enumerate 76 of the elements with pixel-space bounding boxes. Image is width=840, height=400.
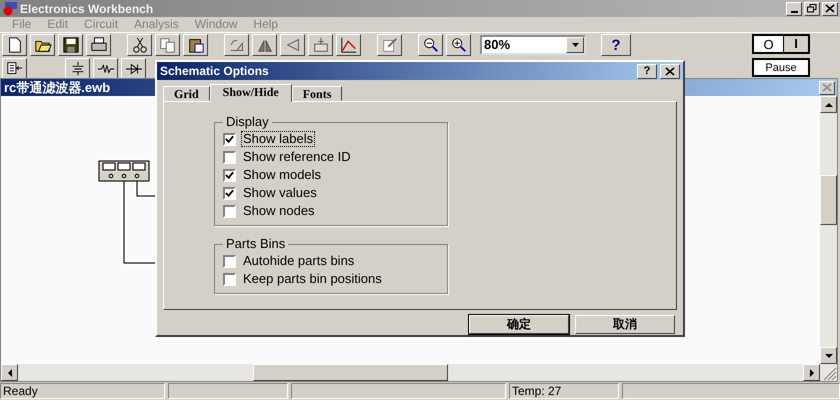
sources-bin-button[interactable] <box>65 58 90 80</box>
zoom-out-button[interactable] <box>418 34 443 56</box>
paste-icon <box>186 36 204 54</box>
cut-icon <box>130 36 148 54</box>
print-button[interactable] <box>86 34 111 56</box>
up-arrow-icon <box>824 100 832 108</box>
down-arrow-icon <box>824 352 832 360</box>
help-button[interactable]: ? <box>637 64 657 78</box>
checkbox-label[interactable]: Autohide parts bins <box>241 253 356 269</box>
restore-icon <box>807 4 817 13</box>
checkbox-label[interactable]: Show nodes <box>241 203 317 219</box>
print-icon <box>90 36 108 54</box>
zoom-dropdown[interactable]: 80% <box>480 35 586 55</box>
window-title: Electronics Workbench <box>20 2 154 16</box>
close-icon <box>822 83 832 92</box>
close-button[interactable] <box>660 64 680 78</box>
help-button[interactable]: ? <box>601 34 631 56</box>
scroll-thumb[interactable] <box>820 175 837 225</box>
scroll-up-button[interactable] <box>820 96 837 113</box>
checkbox-label[interactable]: Show labels <box>241 131 316 147</box>
minimize-button[interactable] <box>786 2 802 16</box>
right-arrow-icon <box>808 368 816 376</box>
checkbox[interactable] <box>223 254 236 268</box>
open-folder-button[interactable] <box>30 34 55 56</box>
copy-icon <box>158 36 176 54</box>
scroll-down-button[interactable] <box>820 347 837 364</box>
document-title: rc带通滤波器.ewb <box>4 78 110 96</box>
cut-button[interactable] <box>127 34 152 56</box>
copy-button[interactable] <box>155 34 180 56</box>
zoom-out-icon <box>422 36 440 54</box>
checkbox-label[interactable]: Show models <box>241 167 324 183</box>
vertical-scrollbar[interactable] <box>820 96 837 364</box>
new-file-button[interactable] <box>2 34 27 56</box>
pause-button[interactable]: Pause <box>752 58 810 77</box>
tab[interactable]: Show/Hide <box>210 84 292 102</box>
group-title: Display <box>223 115 272 129</box>
tab[interactable]: Grid <box>163 86 210 101</box>
checkbox[interactable] <box>223 132 236 146</box>
restore-button[interactable] <box>804 2 820 16</box>
save-button[interactable] <box>58 34 83 56</box>
close-button[interactable] <box>822 2 838 16</box>
checkbox-label[interactable]: Show values <box>241 185 319 201</box>
power-switch[interactable]: O I <box>752 34 810 54</box>
scroll-right-button[interactable] <box>803 364 820 381</box>
dialog-button[interactable]: 取消 <box>575 315 675 334</box>
status-message: Ready <box>0 383 165 399</box>
app-icon <box>2 2 18 16</box>
paste-button[interactable] <box>183 34 208 56</box>
close-button[interactable] <box>819 80 835 94</box>
checkbox-label[interactable]: Show reference ID <box>241 149 353 165</box>
checkbox[interactable] <box>223 204 236 218</box>
graph-icon <box>340 36 358 54</box>
flip-horizontal-button[interactable] <box>252 34 277 56</box>
group-title: Parts Bins <box>223 237 288 251</box>
scroll-thumb[interactable] <box>253 364 448 381</box>
close-icon <box>825 4 835 13</box>
zoom-in-icon <box>450 36 468 54</box>
caret-icon <box>572 43 578 47</box>
minimize-icon <box>790 10 798 12</box>
resistor-bin-button[interactable] <box>93 58 118 80</box>
scroll-left-button[interactable] <box>1 364 18 381</box>
checkbox[interactable] <box>223 168 236 182</box>
diode-bin-button[interactable] <box>121 58 146 80</box>
save-icon <box>62 36 80 54</box>
checkbox[interactable] <box>223 186 236 200</box>
close-icon <box>665 66 675 76</box>
left-arrow-icon <box>6 368 14 376</box>
dialog-title: Schematic Options <box>159 64 270 78</box>
tab[interactable]: Fonts <box>292 86 342 101</box>
graph-button[interactable] <box>336 34 361 56</box>
checkbox[interactable] <box>223 150 236 164</box>
dialog-button[interactable]: 确定 <box>469 315 569 334</box>
zoom-in-button[interactable] <box>446 34 471 56</box>
checkbox[interactable] <box>223 272 236 286</box>
checkbox-label[interactable]: Keep parts bin positions <box>241 271 384 287</box>
temperature-readout: Temp: 27 <box>509 383 619 399</box>
